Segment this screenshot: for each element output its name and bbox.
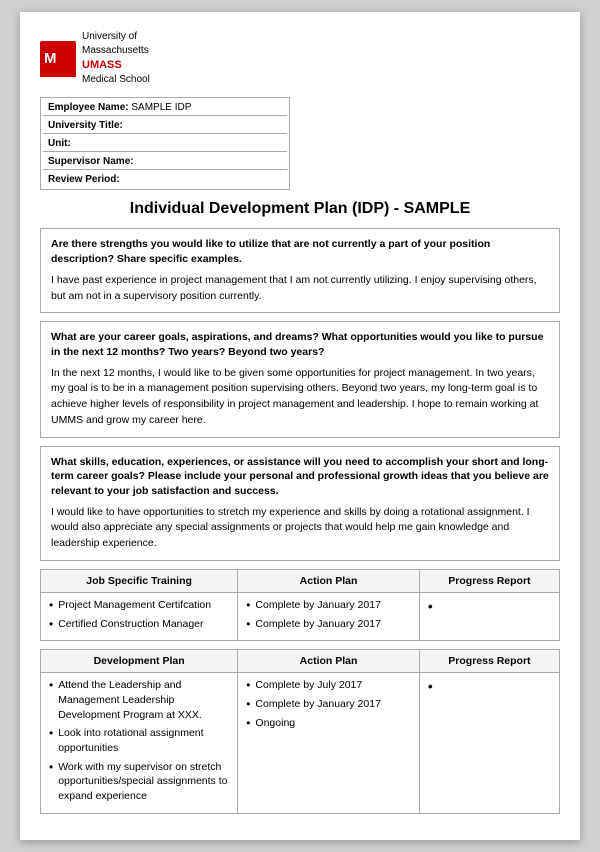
section-block-0: Are there strengths you would like to ut… xyxy=(40,228,560,313)
employee-info-row: Employee Name: SAMPLE IDP xyxy=(43,100,287,116)
umass-logo-icon: M xyxy=(40,41,76,77)
list-item: Ongoing xyxy=(246,716,411,731)
job-training-table: Job Specific Training Action Plan Progre… xyxy=(40,569,560,641)
training-cell: Project Management Certifcation Certified… xyxy=(41,592,238,640)
section-answer: In the next 12 months, I would like to b… xyxy=(51,366,549,429)
logo-line1: University of xyxy=(82,30,150,44)
employee-info-cell: Review Period: xyxy=(43,172,287,187)
svg-text:M: M xyxy=(44,50,57,67)
list-item: Complete by July 2017 xyxy=(246,678,411,693)
dev-plan-table: Development Plan Action Plan Progress Re… xyxy=(40,649,560,814)
dev-progress-cell xyxy=(419,673,559,814)
employee-info-cell: Supervisor Name: xyxy=(43,154,287,170)
logo-text: University of Massachusetts UMASS Medica… xyxy=(82,30,150,87)
job-training-col3-header: Progress Report xyxy=(419,569,559,592)
list-item: Complete by January 2017 xyxy=(246,598,411,613)
employee-info-row: Review Period: xyxy=(43,172,287,187)
dev-plan-row: Attend the Leadership and Management Lea… xyxy=(41,673,560,814)
list-item: Complete by January 2017 xyxy=(246,697,411,712)
employee-info-row: University Title: xyxy=(43,118,287,134)
dev-training-cell: Attend the Leadership and Management Lea… xyxy=(41,673,238,814)
section-block-2: What skills, education, experiences, or … xyxy=(40,446,560,561)
employee-info-cell: Employee Name: SAMPLE IDP xyxy=(43,100,287,116)
job-training-col2-header: Action Plan xyxy=(238,569,420,592)
main-title: Individual Development Plan (IDP) - SAMP… xyxy=(40,200,560,218)
action-cell: Complete by January 2017 Complete by Janu… xyxy=(238,592,420,640)
section-question: Are there strengths you would like to ut… xyxy=(51,237,549,266)
progress-cell xyxy=(419,592,559,640)
section-question: What are your career goals, aspirations,… xyxy=(51,330,549,359)
employee-info-cell: Unit: xyxy=(43,136,287,152)
dev-action-cell: Complete by July 2017 Complete by January… xyxy=(238,673,420,814)
section-question: What skills, education, experiences, or … xyxy=(51,455,549,499)
section-answer: I would like to have opportunities to st… xyxy=(51,505,549,552)
list-item: Project Management Certifcation xyxy=(49,598,229,613)
dev-plan-col1-header: Development Plan xyxy=(41,650,238,673)
logo: M University of Massachusetts UMASS Medi… xyxy=(40,30,150,87)
page: M University of Massachusetts UMASS Medi… xyxy=(20,12,580,840)
section-block-1: What are your career goals, aspirations,… xyxy=(40,321,560,437)
employee-info-cell: University Title: xyxy=(43,118,287,134)
section-answer: I have past experience in project manage… xyxy=(51,273,549,305)
logo-line2: Massachusetts xyxy=(82,44,150,58)
list-item: Complete by January 2017 xyxy=(246,617,411,632)
logo-line3: Medical School xyxy=(82,73,150,87)
list-item: Attend the Leadership and Management Lea… xyxy=(49,678,229,722)
dev-plan-col3-header: Progress Report xyxy=(419,650,559,673)
job-training-row: Project Management Certifcation Certified… xyxy=(41,592,560,640)
employee-info-table: Employee Name: SAMPLE IDP University Titl… xyxy=(40,97,290,190)
job-training-col1-header: Job Specific Training xyxy=(41,569,238,592)
header: M University of Massachusetts UMASS Medi… xyxy=(40,30,560,87)
logo-brand: UMASS xyxy=(82,58,150,73)
employee-info-row: Unit: xyxy=(43,136,287,152)
list-item: Work with my supervisor on stretch oppor… xyxy=(49,760,229,804)
list-item: Certified Construction Manager xyxy=(49,617,229,632)
dev-plan-col2-header: Action Plan xyxy=(238,650,420,673)
list-item: Look into rotational assignment opportun… xyxy=(49,726,229,755)
employee-info-row: Supervisor Name: xyxy=(43,154,287,170)
